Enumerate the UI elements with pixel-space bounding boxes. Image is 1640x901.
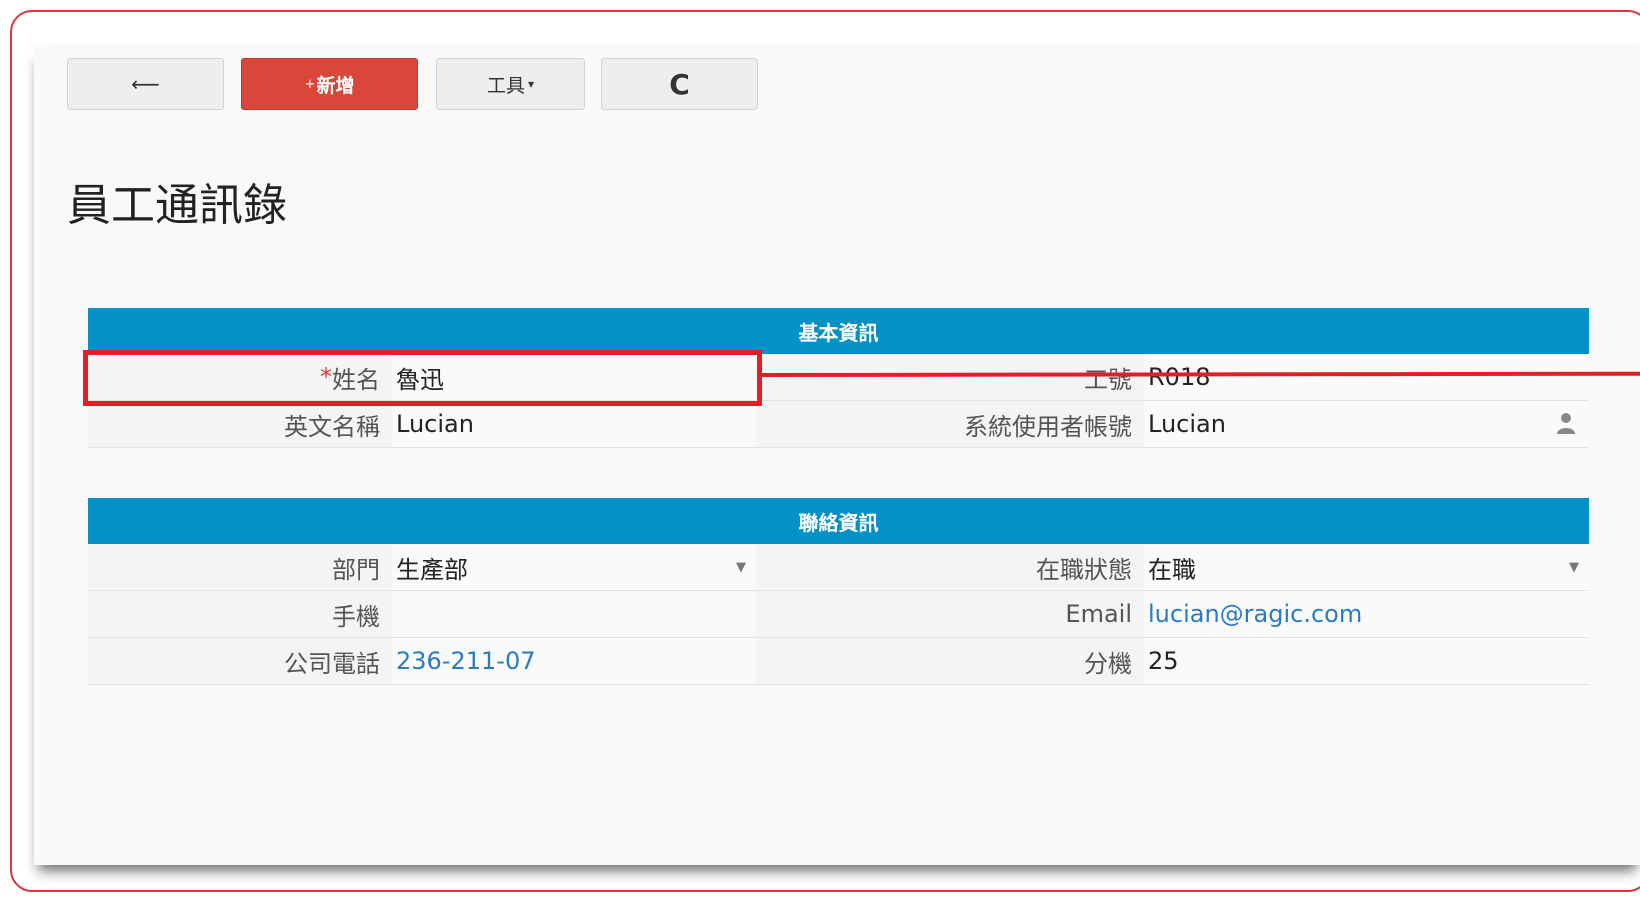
back-button[interactable]: ⟵ [67,58,224,110]
add-plus-sign: + [304,76,316,92]
dropdown-arrow-icon[interactable]: ▼ [736,560,746,575]
user-icon[interactable] [1555,411,1577,435]
refresh-icon: C [669,67,690,101]
field-label-extension: 分機 [756,638,1144,684]
arrow-left-icon: ⟵ [131,72,160,96]
field-value-employment-status[interactable]: 在職 ▼ [1144,544,1589,590]
page-title: 員工通訊錄 [67,180,287,231]
field-value-system-user-account[interactable]: Lucian [1144,401,1589,447]
section-header-contact-info: 聯絡資訊 [88,498,1589,544]
field-value-department[interactable]: 生產部 ▼ [392,544,756,590]
field-value-text: Lucian [1148,410,1226,438]
field-value-employee-id[interactable]: R018 [1144,354,1589,400]
field-value-text: 在職 [1148,555,1196,584]
form-row: 部門 生產部 ▼ 在職狀態 在職 ▼ [88,544,1589,591]
field-value-text: 生產部 [396,555,468,584]
highlight-box [83,350,762,406]
tools-label: 工具 [486,74,525,97]
field-value-company-phone-link[interactable]: 236-211-07 [392,638,756,684]
field-label-system-user-account: 系統使用者帳號 [756,401,1144,447]
refresh-button[interactable]: C [601,58,758,110]
form-row: 英文名稱 Lucian 系統使用者帳號 Lucian [88,401,1589,448]
contact-info-section: 聯絡資訊 部門 生產部 ▼ 在職狀態 在職 ▼ 手機 Email lucian@… [88,498,1589,685]
field-label-department: 部門 [88,544,392,590]
section-header-basic-info: 基本資訊 [88,308,1589,354]
field-label-employee-id: 工號 [756,354,1144,400]
form-row: 公司電話 236-211-07 分機 25 [88,638,1589,685]
field-value-mobile[interactable] [392,591,756,637]
field-value-english-name[interactable]: Lucian [392,401,756,447]
field-label-mobile: 手機 [88,591,392,637]
dropdown-arrow-icon[interactable]: ▼ [1569,560,1579,575]
field-value-email-link[interactable]: lucian@ragic.com [1144,591,1589,637]
add-new-label: 新增 [316,74,355,97]
field-value-extension[interactable]: 25 [1144,638,1589,684]
caret-down-icon: ▾ [527,77,535,91]
field-label-employment-status: 在職狀態 [756,544,1144,590]
field-label-company-phone: 公司電話 [88,638,392,684]
form-row: 手機 Email lucian@ragic.com [88,591,1589,638]
field-label-email: Email [756,591,1144,637]
tools-dropdown-button[interactable]: 工具 ▾ [436,58,585,110]
add-new-button[interactable]: + 新增 [241,58,418,110]
field-label-english-name: 英文名稱 [88,401,392,447]
form-panel [34,47,1640,865]
